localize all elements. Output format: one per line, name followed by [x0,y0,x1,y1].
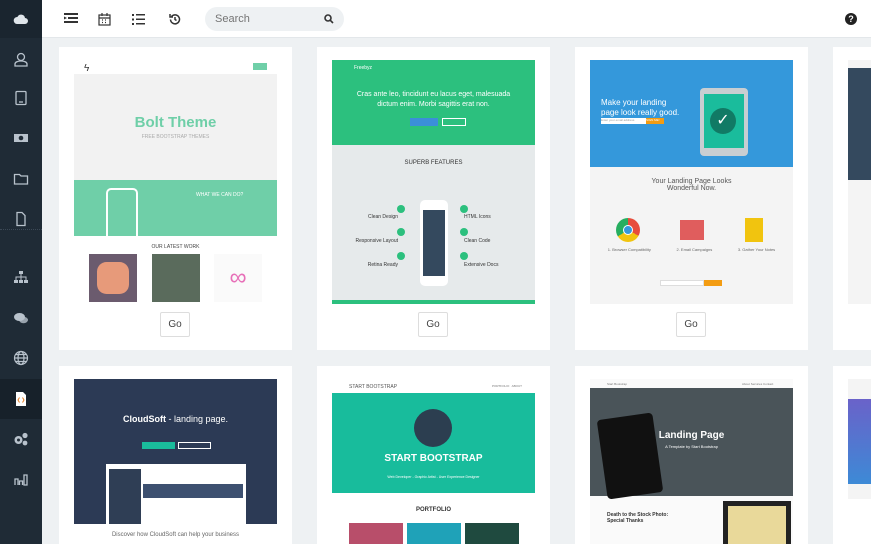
thumb-links: About Services Contact [742,382,774,386]
thumb-nav: START BOOTSTRAP [349,384,398,390]
search-icon[interactable] [324,14,334,24]
cloud-icon[interactable] [0,0,42,38]
thumb-email: Enter your email address [601,118,646,124]
template-thumbnail[interactable] [848,60,871,304]
search-input[interactable] [215,13,324,25]
thumb-tagline: Web Developer - Graphic Artist - User Ex… [387,475,480,479]
thumb-brand: Start Bootstrap [607,382,628,386]
go-button[interactable]: Go [418,312,448,337]
thumb-cta: SIGN ME! [646,118,664,124]
thumb-features: SUPERB FEATURES [404,160,463,166]
thumb-portfolio: PORTFOLIO [416,507,451,513]
comments-icon[interactable] [0,299,42,337]
thumb-title: CloudSoft - landing page. [122,414,229,424]
feature-list-left: Clean Design Responsive Layout Retina Read… [355,214,398,268]
file-icon[interactable] [0,200,42,238]
code-file-icon[interactable] [0,379,42,419]
go-button[interactable]: Go [160,312,190,337]
thumb-brand: Freebyz [354,65,373,71]
template-card-partial [833,47,871,350]
globe-icon[interactable] [0,339,42,377]
thumb-subtitle: A Template by Start Bootstrap [665,444,718,449]
sidebar [0,0,42,544]
topbar: ? [42,0,871,38]
cogs-icon[interactable] [0,420,42,458]
folder-icon[interactable] [0,160,42,198]
history-icon[interactable] [167,11,183,27]
template-thumbnail[interactable]: ϟ Bolt Theme FREE BOOTSTRAP THEMES WHAT … [74,60,277,304]
tablet-icon[interactable] [0,79,42,117]
thumb-title: Bolt Theme [134,114,217,131]
thumb-title: Your Landing Page Looks Wonderful Now. [651,178,732,192]
template-card-start-bootstrap: START BOOTSTRAP PORTFOLIO ABOUT START BO… [317,366,550,544]
sidebar-divider [0,229,42,230]
thumb-headline: Make your landing page look really good. [601,98,680,117]
sitemap-icon[interactable] [0,258,42,296]
calendar-icon[interactable] [96,11,112,27]
thumb-subtitle: FREE BOOTSTRAP THEMES [141,134,210,140]
template-thumbnail[interactable]: CloudSoft - landing page. [74,379,277,524]
template-card-bolt: ϟ Bolt Theme FREE BOOTSTRAP THEMES WHAT … [59,47,292,350]
help-icon[interactable]: ? [845,13,857,25]
thumb-title: START BOOTSTRAP [384,453,483,464]
template-card-landing: Make your landing page look really good.… [575,47,808,350]
thumb-section: Death to the Stock Photo: Special Thanks [607,512,669,524]
template-card-freebyz: Freebyz Cras ante leo, tincidunt eu lacu… [317,47,550,350]
feature-labels: 1. Browser Compatibility 2. Email Campaig… [607,247,776,252]
template-thumbnail[interactable]: Make your landing page look really good.… [590,60,793,304]
template-thumbnail[interactable] [848,379,871,499]
thumb-work: OUR LATEST WORK [151,244,200,250]
template-card-partial-2 [833,366,871,544]
feature-list-right: HTML Icons Clean Code Extensive Docs [464,214,499,268]
thumb-headline: Cras ante leo, tincidunt eu lacus eget, … [356,91,511,108]
user-icon[interactable] [0,40,42,78]
template-card-cloudsoft: CloudSoft - landing page. Discover how C… [59,366,292,544]
go-button[interactable]: Go [676,312,706,337]
list-icon[interactable] [130,11,146,27]
indent-list-icon[interactable] [63,11,79,27]
template-thumbnail[interactable]: Freebyz Cras ante leo, tincidunt eu lacu… [332,60,535,304]
thumb-title: Landing Page [658,430,725,441]
template-thumbnail[interactable]: START BOOTSTRAP PORTFOLIO ABOUT START BO… [332,379,535,544]
thumb-links: PORTFOLIO ABOUT [492,384,522,388]
money-icon[interactable] [0,119,42,157]
search-box [205,7,344,31]
card-caption: Discover how CloudSoft can help your bus… [111,532,240,538]
thumb-section: WHAT WE CAN DO? [196,192,244,198]
bar-chart-icon[interactable] [0,460,42,498]
template-thumbnail[interactable]: Start Bootstrap About Services Contact L… [590,379,793,544]
template-card-landing-page: Start Bootstrap About Services Contact L… [575,366,808,544]
